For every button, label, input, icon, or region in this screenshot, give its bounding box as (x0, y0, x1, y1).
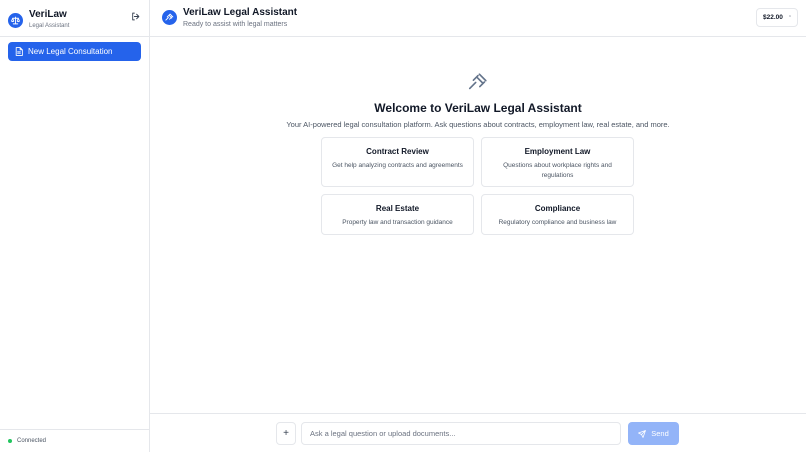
card-description: Get help analyzing contracts and agreeme… (332, 162, 463, 169)
logout-button[interactable] (130, 11, 141, 22)
card-contract-review[interactable]: Contract Review Get help analyzing contr… (321, 137, 474, 187)
connection-status: Connected (0, 429, 150, 452)
new-consultation-button[interactable]: New Legal Consultation (8, 42, 141, 61)
chevron-up-icon: ⌃ (787, 14, 793, 21)
new-consultation-label: New Legal Consultation (28, 47, 113, 56)
brand: VeriLaw Legal Assistant (8, 9, 69, 31)
card-title: Compliance (534, 204, 581, 213)
attach-button[interactable]: + (276, 422, 296, 445)
credit-balance-dropdown[interactable]: $22.00 ⌃ (756, 8, 798, 27)
logout-icon (132, 12, 140, 21)
send-label: Send (651, 429, 669, 438)
status-dot (8, 439, 12, 443)
send-button[interactable]: Send (628, 422, 679, 445)
page-subtitle: Ready to assist with legal matters (183, 21, 288, 28)
welcome-description: Your AI-powered legal consultation platf… (286, 120, 670, 129)
card-title: Real Estate (375, 204, 420, 213)
send-icon (638, 429, 647, 438)
welcome-title: Welcome to VeriLaw Legal Assistant (374, 101, 582, 115)
card-compliance[interactable]: Compliance Regulatory compliance and bus… (481, 194, 634, 235)
card-description: Questions about workplace rights and reg… (503, 162, 612, 179)
message-input[interactable] (301, 422, 621, 445)
sidebar: VeriLaw Legal Assistant New Legal Consul… (0, 0, 150, 452)
gavel-icon (162, 10, 177, 25)
page-title: VeriLaw Legal Assistant (183, 7, 298, 18)
header: VeriLaw Legal Assistant Ready to assist … (150, 0, 806, 37)
card-description: Regulatory compliance and business law (498, 219, 617, 226)
brand-subtitle: Legal Assistant (29, 23, 70, 29)
brand-name: VeriLaw (29, 9, 67, 20)
card-title: Employment Law (524, 147, 591, 156)
message-composer: + Send (150, 413, 806, 452)
card-real-estate[interactable]: Real Estate Property law and transaction… (321, 194, 474, 235)
card-description: Property law and transaction guidance (342, 219, 453, 226)
gavel-icon (467, 71, 489, 93)
card-employment-law[interactable]: Employment Law Questions about workplace… (481, 137, 634, 187)
status-text: Connected (17, 438, 47, 444)
scale-icon (8, 12, 23, 28)
credit-balance: $22.00 (763, 14, 783, 21)
sidebar-divider (0, 36, 150, 37)
card-title: Contract Review (366, 147, 429, 156)
document-icon (15, 47, 23, 56)
